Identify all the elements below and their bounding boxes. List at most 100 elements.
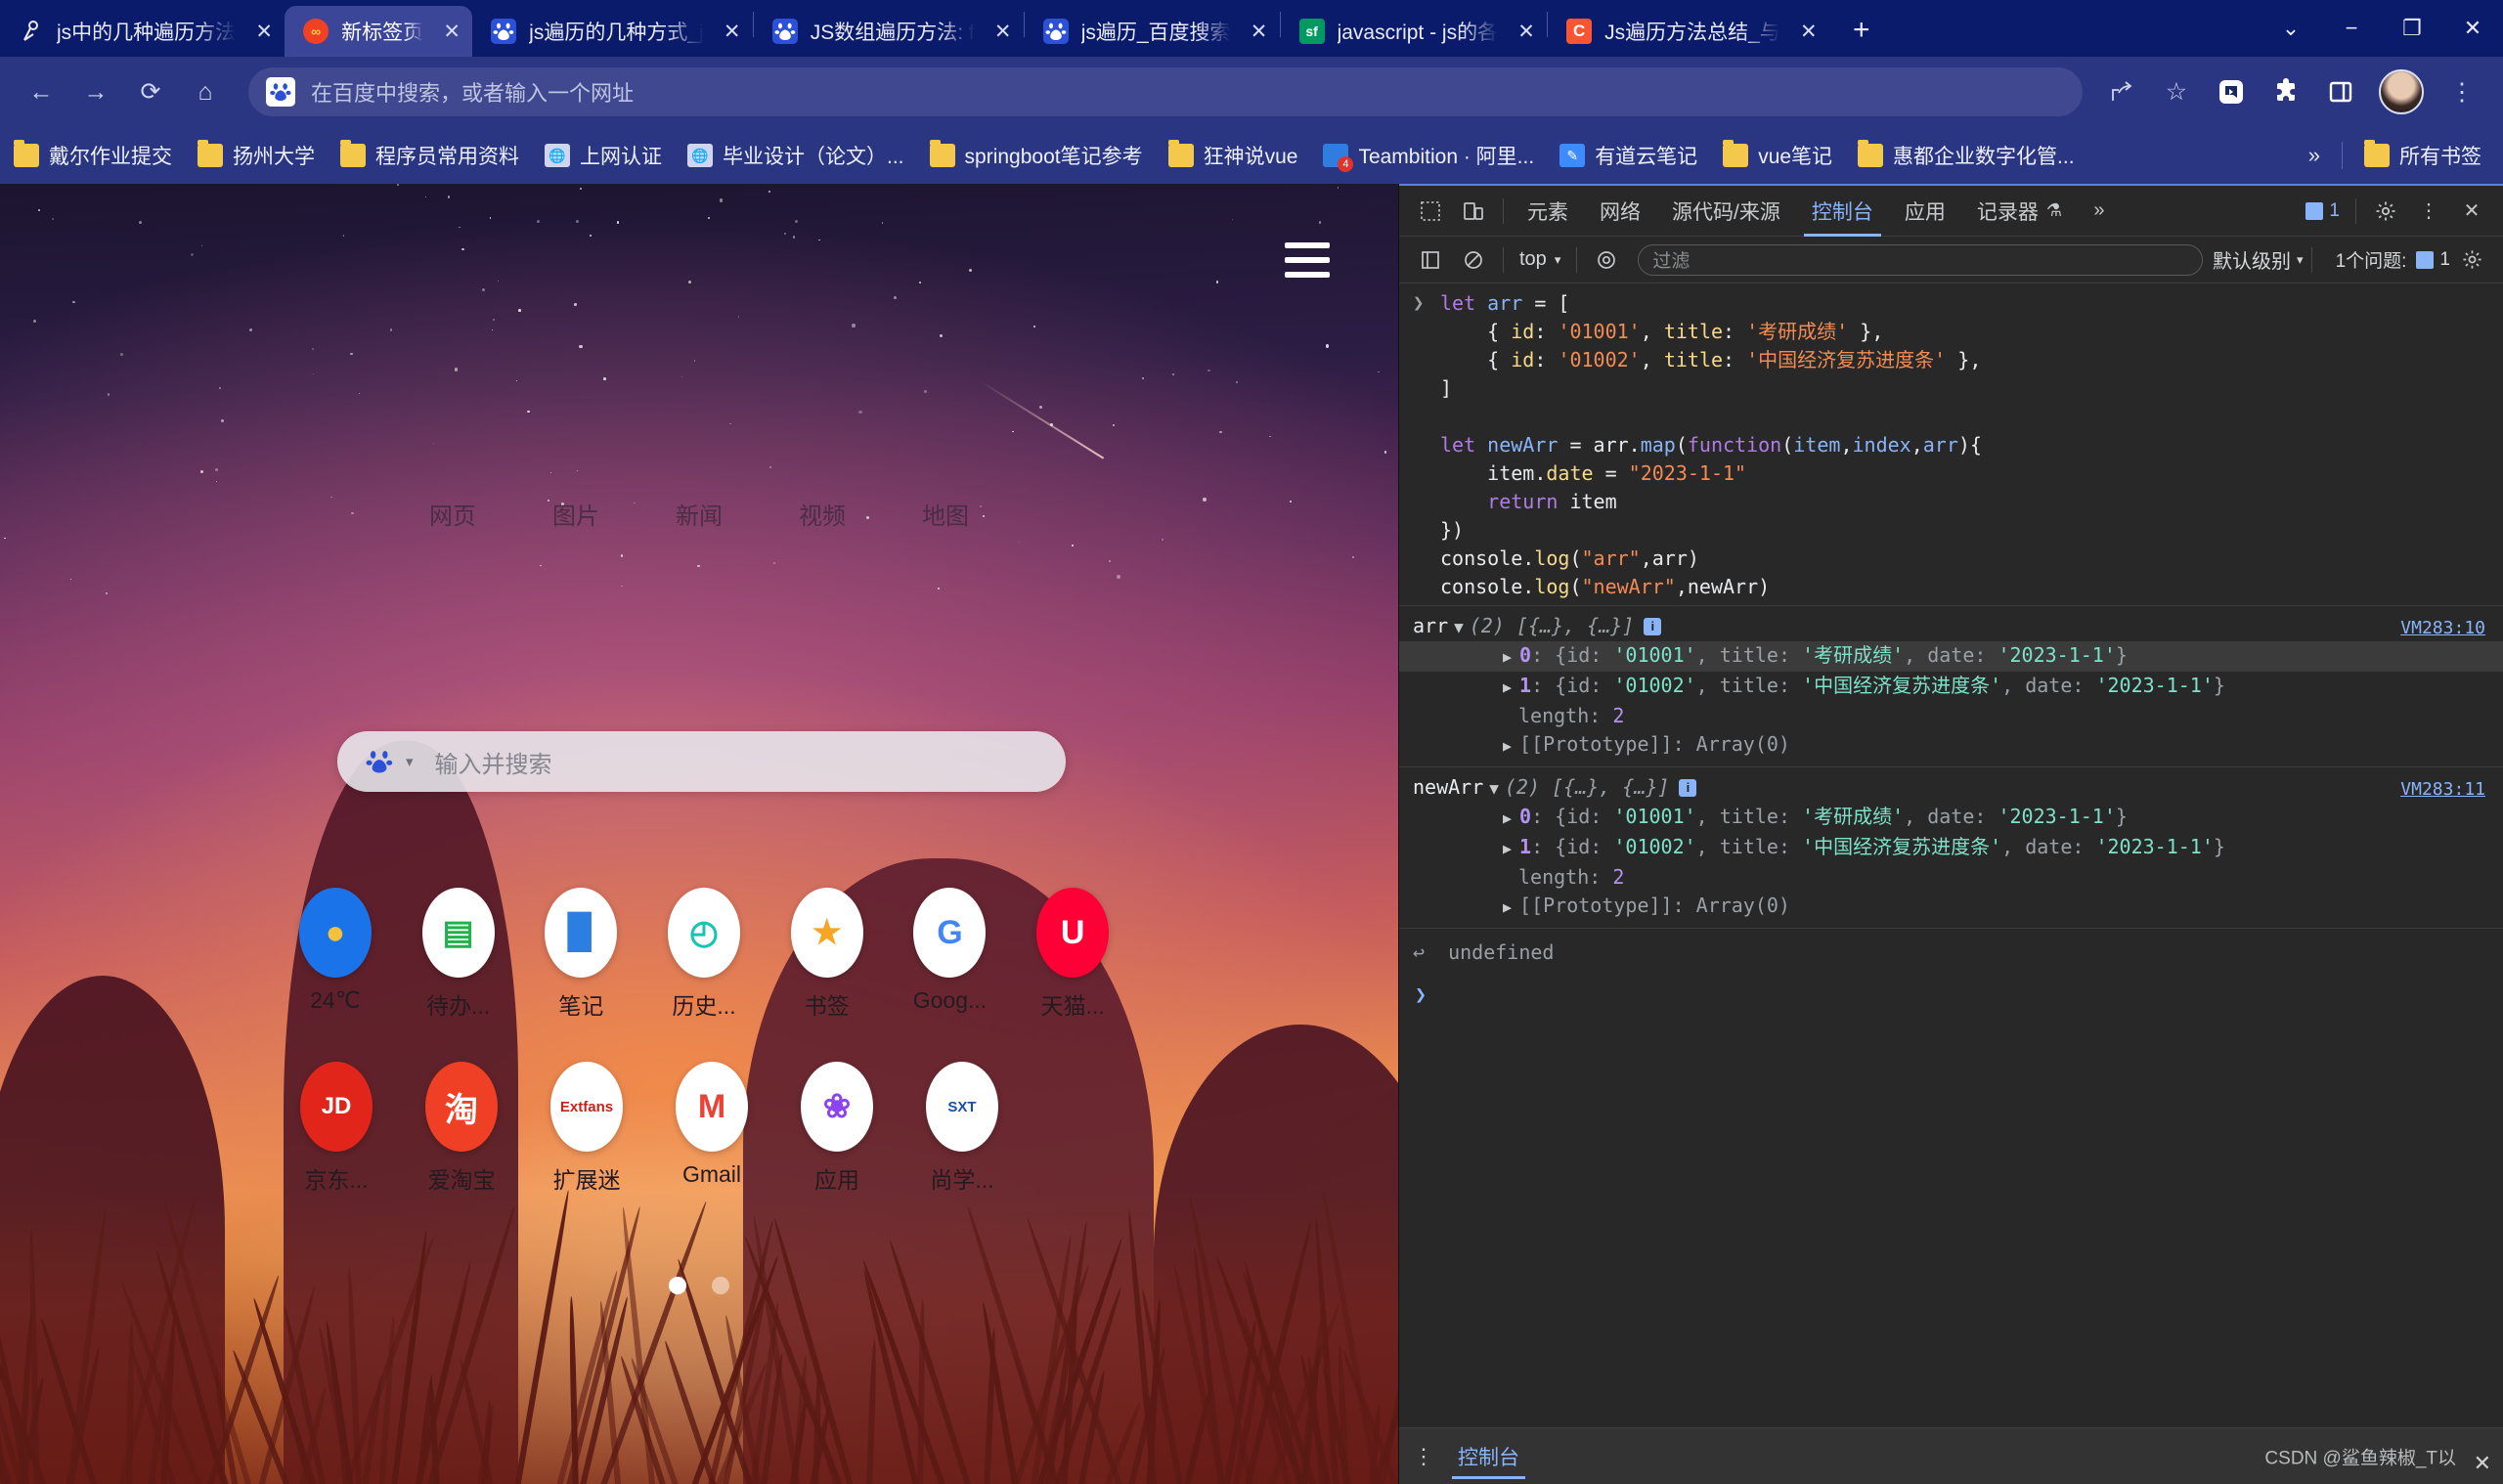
shortcut-tmall[interactable]: U 天猫... — [1011, 888, 1134, 1021]
tab-5[interactable]: sf javascript - js的各 ✕ — [1281, 6, 1548, 57]
page-dot-inactive[interactable] — [712, 1277, 729, 1294]
page-indicator-dots[interactable] — [0, 1277, 1398, 1294]
tab-6[interactable]: C Js遍历方法总结_与 ✕ — [1548, 6, 1829, 57]
expand-triangle-icon[interactable]: ▶ — [1503, 898, 1512, 916]
object-entry-1[interactable]: ▶ 1: {id: '01002', title: '中国经济复苏进度条', da… — [1399, 833, 2503, 863]
console-settings-gear-icon[interactable] — [2450, 240, 2493, 280]
bookmarks-overflow-button[interactable]: » — [2308, 143, 2320, 168]
devtools-tab-3[interactable]: 控制台 — [1796, 186, 1889, 237]
tab-close-button[interactable]: ✕ — [720, 19, 745, 44]
expand-triangle-icon[interactable]: ▶ — [1503, 840, 1512, 857]
newtab-nav-link-1[interactable]: 图片 — [552, 497, 599, 531]
drawer-tab-console[interactable]: 控制台 — [1452, 1428, 1525, 1484]
bookmark-item-5[interactable]: springboot笔记参考 — [929, 140, 1143, 170]
expand-triangle-icon[interactable]: ▶ — [1503, 737, 1512, 755]
devtools-tab-2[interactable]: 源代码/来源 — [1656, 186, 1796, 237]
info-icon[interactable]: i — [1644, 617, 1662, 635]
tab-close-button[interactable]: ✕ — [1796, 19, 1822, 44]
shortcut-bookmarks[interactable]: ★ 书签 — [766, 888, 889, 1021]
object-entry-0[interactable]: ▶ 0: {id: '01001', title: '考研成绩', date: '… — [1399, 803, 2503, 833]
search-engine-caret-icon[interactable]: ▾ — [406, 753, 414, 770]
devtools-tab-0[interactable]: 元素 — [1512, 186, 1584, 237]
share-icon[interactable] — [2094, 65, 2149, 119]
expand-triangle-icon[interactable]: ▼ — [1454, 618, 1464, 636]
devtools-close-icon[interactable]: ✕ — [2450, 192, 2493, 231]
bookmark-item-0[interactable]: 戴尔作业提交 — [14, 140, 172, 170]
source-link[interactable]: VM283:10 — [2400, 614, 2485, 642]
bookmark-item-6[interactable]: 狂神说vue — [1167, 140, 1297, 170]
console-log-row-arr[interactable]: VM283:10 arr ▼ (2) [{…}, {…}] i ▶ 0: {id: '010… — [1399, 605, 2503, 766]
avatar[interactable] — [2374, 65, 2429, 119]
clear-console-icon[interactable] — [1452, 240, 1495, 280]
bookmark-item-7[interactable]: Teambition · 阿里... — [1323, 141, 1534, 172]
home-icon[interactable]: ⌂ — [178, 65, 233, 119]
hamburger-icon[interactable] — [1285, 242, 1330, 278]
all-bookmarks-button[interactable]: 所有书签 — [2364, 140, 2481, 170]
shortcut-todo[interactable]: ▤ 待办... — [397, 888, 520, 1021]
shortcut-extfans[interactable]: Extfans 扩展迷 — [524, 1062, 649, 1195]
log-level-selector[interactable]: 默认级别 ▾ — [2213, 245, 2304, 274]
console-filter-input[interactable]: 过滤 — [1638, 243, 2204, 276]
bookmark-item-8[interactable]: ✎ 有道云笔记 — [1559, 141, 1697, 170]
close-window-button[interactable]: ✕ — [2442, 0, 2503, 57]
bookmark-item-10[interactable]: 惠都企业数字化管... — [1858, 140, 2075, 170]
devtools-tab-5[interactable]: 记录器 ⚗ — [1961, 186, 2078, 237]
minimize-button[interactable]: − — [2321, 0, 2382, 57]
newtab-search-box[interactable]: ▾ 输入并搜索 — [337, 731, 1066, 792]
console-sidebar-icon[interactable] — [1409, 240, 1452, 280]
tab-close-button[interactable]: ✕ — [439, 19, 464, 44]
object-header[interactable]: newArr ▼ (2) [{…}, {…}] i — [1399, 773, 2503, 803]
shortcut-gmail[interactable]: M Gmail — [649, 1062, 774, 1195]
newtab-nav-link-3[interactable]: 视频 — [799, 497, 846, 531]
execution-context-selector[interactable]: top ▾ — [1512, 248, 1568, 271]
inspect-icon[interactable] — [1409, 192, 1452, 231]
bookmark-item-2[interactable]: 程序员常用资料 — [340, 140, 519, 170]
expand-triangle-icon[interactable]: ▼ — [1489, 779, 1499, 798]
expand-triangle-icon[interactable]: ▶ — [1503, 648, 1512, 666]
tab-2[interactable]: js遍历的几种方式_j ✕ — [472, 6, 753, 57]
object-header[interactable]: arr ▼ (2) [{…}, {…}] i — [1399, 612, 2503, 641]
live-expression-icon[interactable] — [1585, 240, 1628, 280]
console-prompt-row[interactable]: ❯ — [1399, 973, 2503, 1017]
newtab-nav-link-4[interactable]: 地图 — [922, 497, 969, 531]
tab-close-button[interactable]: ✕ — [990, 19, 1016, 44]
object-prototype[interactable]: ▶ [[Prototype]]: Array(0) — [1399, 730, 2503, 761]
resize-handle-icon[interactable]: ✕ — [2474, 1451, 2491, 1476]
back-icon[interactable]: ← — [14, 65, 68, 119]
side-panel-icon[interactable] — [2313, 65, 2368, 119]
gear-icon[interactable] — [2364, 192, 2407, 231]
bookmark-item-4[interactable]: 🌐 毕业设计（论文）... — [687, 141, 904, 170]
tab-1[interactable]: ∞ 新标签页 ✕ — [285, 6, 473, 57]
console-log-row-newArr[interactable]: VM283:11 newArr ▼ (2) [{…}, {…}] i ▶ 0: {id: '… — [1399, 766, 2503, 928]
devtools-tab-4[interactable]: 应用 — [1889, 186, 1961, 237]
tab-search-button[interactable]: ⌄ — [2261, 0, 2321, 57]
tab-close-button[interactable]: ✕ — [1514, 19, 1539, 44]
issues-badge[interactable]: 1 — [2305, 200, 2340, 222]
devtools-more-icon[interactable]: ⋮ — [2407, 192, 2450, 231]
tab-close-button[interactable]: ✕ — [1247, 19, 1272, 44]
expand-triangle-icon[interactable]: ▶ — [1503, 678, 1512, 696]
new-tab-button[interactable]: + — [1839, 8, 1884, 53]
object-entry-0[interactable]: ▶ 0: {id: '01001', title: '考研成绩', date: '… — [1399, 641, 2503, 672]
shortcut-history[interactable]: ◴ 历史... — [642, 888, 766, 1021]
tab-3[interactable]: JS数组遍历方法: f ✕ — [754, 6, 1024, 57]
shortcut-taobao[interactable]: 淘爱淘宝 — [399, 1062, 524, 1195]
drawer-menu-icon[interactable]: ⋮ — [1413, 1444, 1434, 1469]
console-issues-link[interactable]: 1个问题: 1 — [2336, 246, 2450, 273]
shortcut-notes[interactable]: ▉ 笔记 — [519, 888, 642, 1021]
maximize-button[interactable]: ❐ — [2382, 0, 2442, 57]
bookmark-star-icon[interactable]: ☆ — [2149, 65, 2204, 119]
devtools-tab-1[interactable]: 网络 — [1584, 186, 1656, 237]
expand-triangle-icon[interactable]: ▶ — [1503, 809, 1512, 827]
bookmark-item-3[interactable]: 🌐 上网认证 — [545, 141, 662, 170]
bookmark-item-9[interactable]: vue笔记 — [1723, 140, 1832, 170]
console-output-area[interactable]: ❯ let arr = [ { id: '01001', title: '考研成… — [1399, 284, 2503, 1427]
device-toolbar-icon[interactable] — [1452, 192, 1495, 231]
tab-close-button[interactable]: ✕ — [251, 19, 277, 44]
object-prototype[interactable]: ▶ [[Prototype]]: Array(0) — [1399, 892, 2503, 922]
info-icon[interactable]: i — [1679, 778, 1697, 797]
address-bar[interactable]: 在百度中搜索，或者输入一个网址 — [248, 67, 2083, 116]
tab-0[interactable]: js中的几种遍历方法 ✕ — [0, 6, 285, 57]
reload-icon[interactable]: ⟳ — [123, 65, 178, 119]
forward-icon[interactable]: → — [68, 65, 123, 119]
